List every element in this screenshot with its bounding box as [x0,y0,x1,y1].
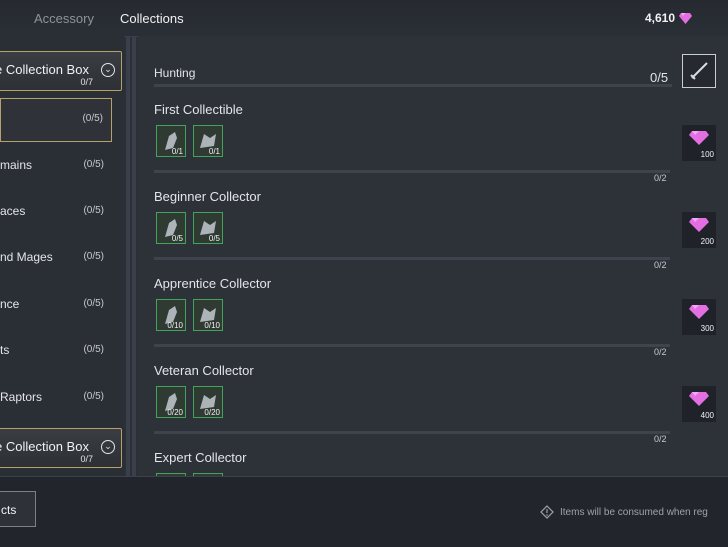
collectible-slot[interactable]: 0/1 [193,125,223,157]
section-count: 0/5 [650,70,669,85]
gem-icon [689,131,709,145]
reward-button[interactable]: 100 [682,125,716,161]
reward-button[interactable]: 300 [682,299,716,335]
sidebar-item-label: nce [0,297,20,311]
sidebar-item-label: mains [0,158,33,172]
chevron-down-icon[interactable]: ⌄ [101,440,115,454]
reward-button[interactable]: 200 [682,212,716,248]
warning-icon [540,505,554,519]
collection-box-header-1[interactable]: e Collection Box 0/7 ⌄ [0,51,122,91]
entry-progress-bar [154,257,670,260]
collectible-slot[interactable]: 0/5 [156,212,186,244]
slot-count: 0/20 [167,408,183,417]
currency-display: 4,610 [645,11,692,25]
sidebar-item-label: nd Mages [0,250,53,264]
sidebar-item-count: (0/5) [83,251,104,262]
sword-filter-button[interactable] [682,54,716,88]
slot-count: 0/5 [171,234,183,243]
entry-progress: 0/2 [654,434,667,444]
collect-button[interactable]: cts [0,491,36,527]
sidebar-item-label: aces [0,204,26,218]
entry-name: Expert Collector [154,450,247,465]
collection-entry-beginner-collector: Beginner Collector 0/5 0/5 0/2 200 [154,189,716,275]
entry-progress-bar [154,344,670,347]
gem-icon [689,218,709,232]
entry-name: First Collectible [154,102,243,117]
reward-amount: 100 [700,150,714,159]
collection-entry-veteran-collector: Veteran Collector 0/20 0/20 0/2 400 [154,363,716,449]
collectible-slot[interactable]: 0/5 [193,212,223,244]
section-title: Hunting [154,66,196,80]
collectible-slot[interactable]: 0/10 [193,299,223,331]
collection-box-title: e Collection Box [0,62,89,77]
sidebar-item-5[interactable]: ts (0/5) [0,330,112,374]
section-progress-bar [154,84,672,87]
collect-button-label: cts [1,503,17,517]
sidebar-item-count: (0/5) [83,298,104,309]
slot-count: 0/10 [204,321,220,330]
sidebar-item-6[interactable]: Raptors (0/5) [0,377,112,421]
main-scrollbar[interactable] [132,36,136,476]
collectible-slot[interactable]: 0/20 [156,386,186,418]
tab-accessory[interactable]: Accessory [34,11,94,26]
sidebar-item-count: (0/5) [83,205,104,216]
gem-icon [689,392,709,406]
sidebar-item-count: (0/5) [83,391,104,402]
entry-progress: 0/2 [654,347,667,357]
entry-name: Apprentice Collector [154,276,272,291]
sidebar-item-2[interactable]: aces (0/5) [0,191,112,235]
gem-icon [679,12,692,24]
sidebar-item-count: (0/5) [83,159,104,170]
slot-count: 0/20 [204,408,220,417]
sidebar-item-count: (0/5) [82,113,103,124]
tab-collections[interactable]: Collections [120,11,184,26]
sidebar-item-1[interactable]: mains (0/5) [0,145,112,189]
collection-entry-apprentice-collector: Apprentice Collector 0/10 0/10 0/2 300 [154,276,716,362]
sidebar-item-4[interactable]: nce (0/5) [0,284,112,328]
collection-entry-first-collectible: First Collectible 0/1 0/1 0/2 100 [154,102,716,188]
collection-box-header-2[interactable]: e Collection Box 0/7 ⌄ [0,428,122,468]
collection-box-count: 0/7 [80,77,93,87]
sidebar-item-3[interactable]: nd Mages (0/5) [0,237,112,281]
sidebar-item-label: Raptors [0,390,43,404]
slot-count: 0/1 [171,147,183,156]
entry-progress: 0/2 [654,260,667,270]
consume-notice: Items will be consumed when reg [540,505,708,519]
sword-icon [690,62,708,80]
reward-amount: 400 [700,411,714,420]
gem-icon [689,305,709,319]
reward-amount: 300 [700,324,714,333]
entry-progress-bar [154,431,670,434]
sidebar-scrollbar[interactable] [126,36,130,476]
entry-name: Beginner Collector [154,189,261,204]
collectible-slot[interactable]: 0/1 [156,125,186,157]
sidebar-item-0[interactable]: (0/5) [0,98,112,142]
reward-button[interactable]: 400 [682,386,716,422]
sidebar-item-count: (0/5) [83,344,104,355]
entry-progress-bar [154,170,670,173]
slot-count: 0/5 [208,234,220,243]
collection-detail-panel: Hunting 0/5 First Collectible 0/1 0/1 0/… [138,36,728,505]
collection-box-title: e Collection Box [0,439,89,454]
currency-amount: 4,610 [644,11,675,25]
collectible-slot[interactable]: 0/10 [156,299,186,331]
slot-count: 0/1 [208,147,220,156]
chevron-down-icon[interactable]: ⌄ [101,63,115,77]
notice-text: Items will be consumed when reg [560,506,708,518]
collectible-slot[interactable]: 0/20 [193,386,223,418]
reward-amount: 200 [700,237,714,246]
entry-progress: 0/2 [654,173,667,183]
entry-name: Veteran Collector [154,363,254,378]
collection-box-count: 0/7 [80,454,93,464]
slot-count: 0/10 [167,321,183,330]
sidebar-item-label: ts [0,343,10,357]
top-bar [0,0,728,37]
